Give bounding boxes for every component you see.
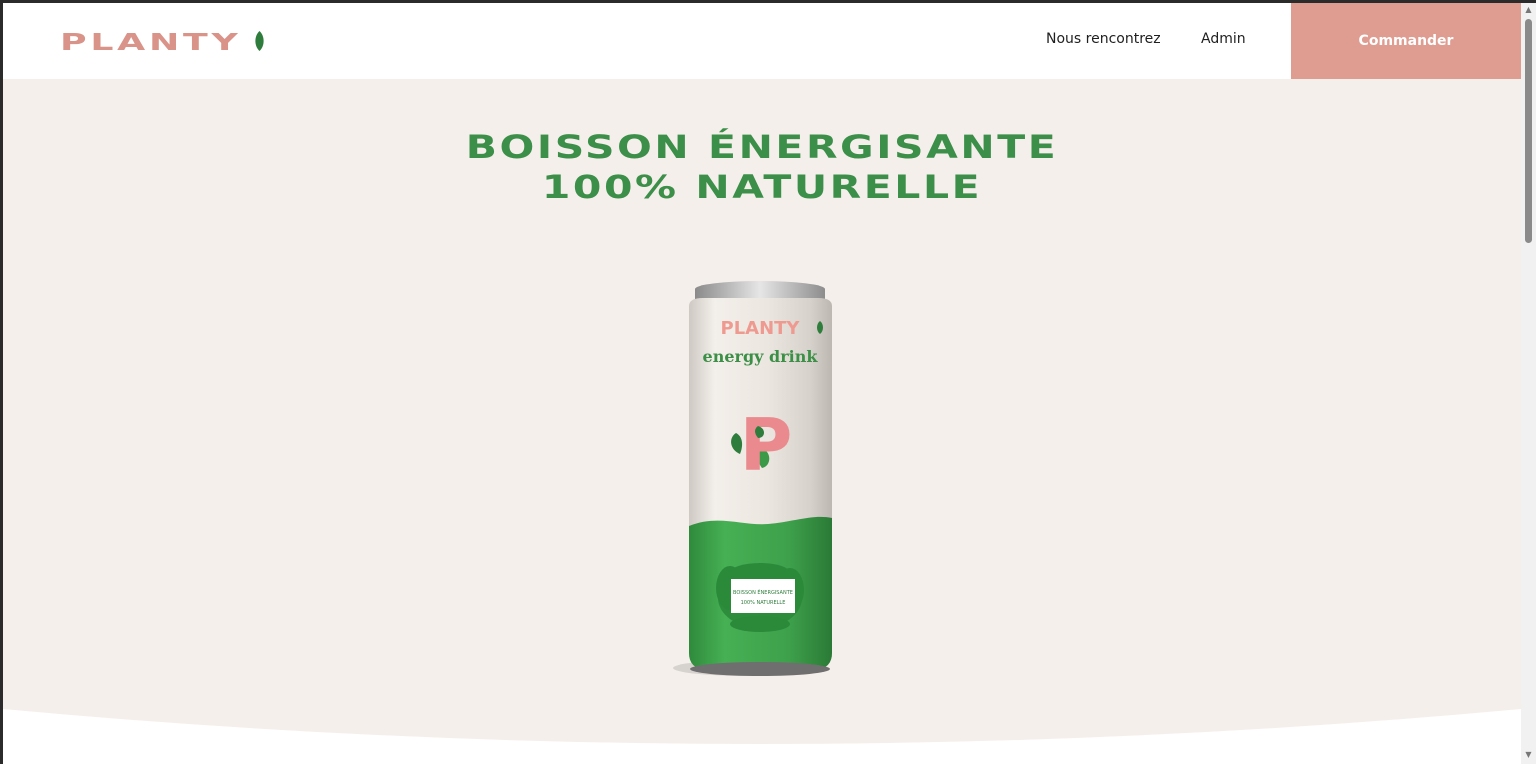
product-can-image: PLANTY energy drink P BOISSON ÉNERGISANT… <box>648 278 848 688</box>
hero-title-line-2: 100% NATURELLE <box>541 168 983 206</box>
scrollbar-thumb[interactable] <box>1525 19 1532 243</box>
hero-title-line-1: BOISSON ÉNERGISANTE <box>465 128 1059 166</box>
can-brand-text: PLANTY <box>721 318 801 339</box>
nav-link-nous-rencontrez[interactable]: Nous rencontrez <box>1046 31 1161 47</box>
can-illustration: PLANTY energy drink P BOISSON ÉNERGISANT… <box>673 281 832 676</box>
site-header: PLANTY Nous rencontrez Admin Commander <box>3 3 1521 79</box>
can-label-line-2: 100% NATURELLE <box>741 600 786 606</box>
hero-title: BOISSON ÉNERGISANTE 100% NATURELLE <box>3 127 1521 207</box>
can-subtitle: energy drink <box>703 347 819 366</box>
scrollbar[interactable]: ▲ ▼ <box>1521 3 1536 764</box>
can-letter-p: P <box>740 403 793 487</box>
logo-text: PLANTY <box>60 28 242 56</box>
section-divider-curve <box>3 709 1521 764</box>
commander-button[interactable]: Commander <box>1291 3 1521 79</box>
browser-viewport: PLANTY Nous rencontrez Admin Commander B… <box>3 3 1521 764</box>
scroll-down-arrow-icon[interactable]: ▼ <box>1524 750 1533 762</box>
scroll-up-arrow-icon[interactable]: ▲ <box>1524 5 1533 17</box>
can-label-line-1: BOISSON ÉNERGISANTE <box>733 588 793 596</box>
logo-link[interactable]: PLANTY <box>60 25 264 59</box>
leaf-icon <box>255 31 264 51</box>
nav-link-admin[interactable]: Admin <box>1201 31 1246 47</box>
